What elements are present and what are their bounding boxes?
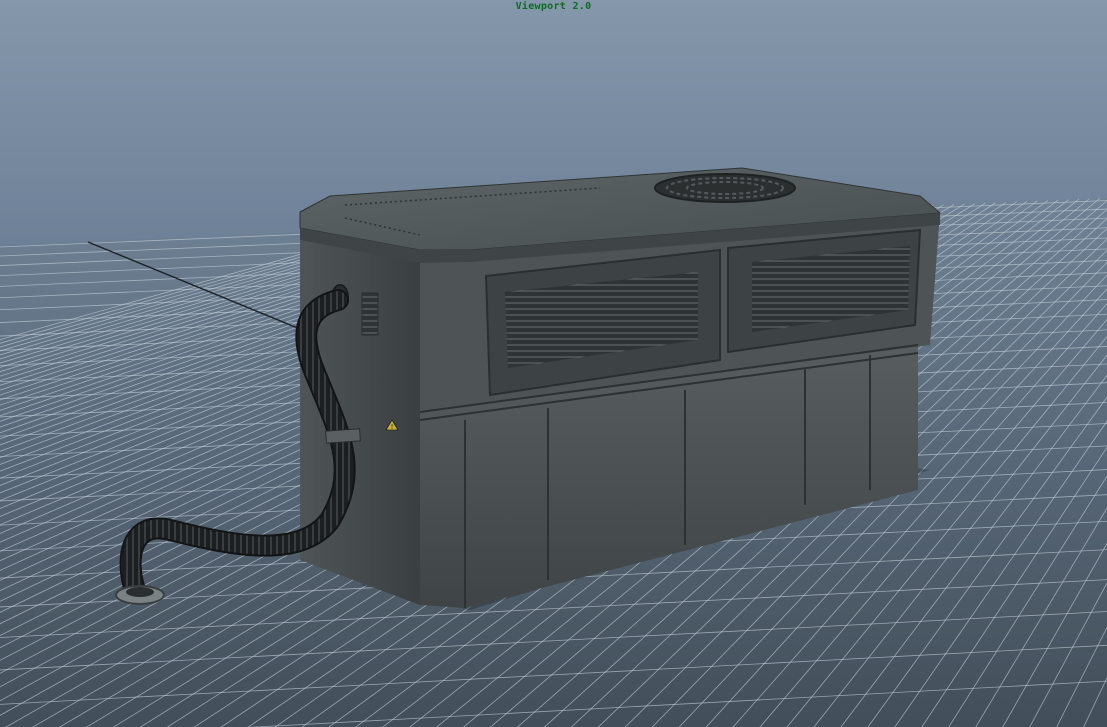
maya-viewport[interactable]: ! Viewport 2.0 (0, 0, 1107, 727)
side-vent-icon (361, 292, 379, 336)
viewport-title: Viewport 2.0 (515, 1, 592, 12)
fan-grille-icon (654, 173, 796, 203)
svg-text:!: ! (391, 423, 394, 431)
viewport-canvas[interactable]: ! (0, 0, 1107, 727)
